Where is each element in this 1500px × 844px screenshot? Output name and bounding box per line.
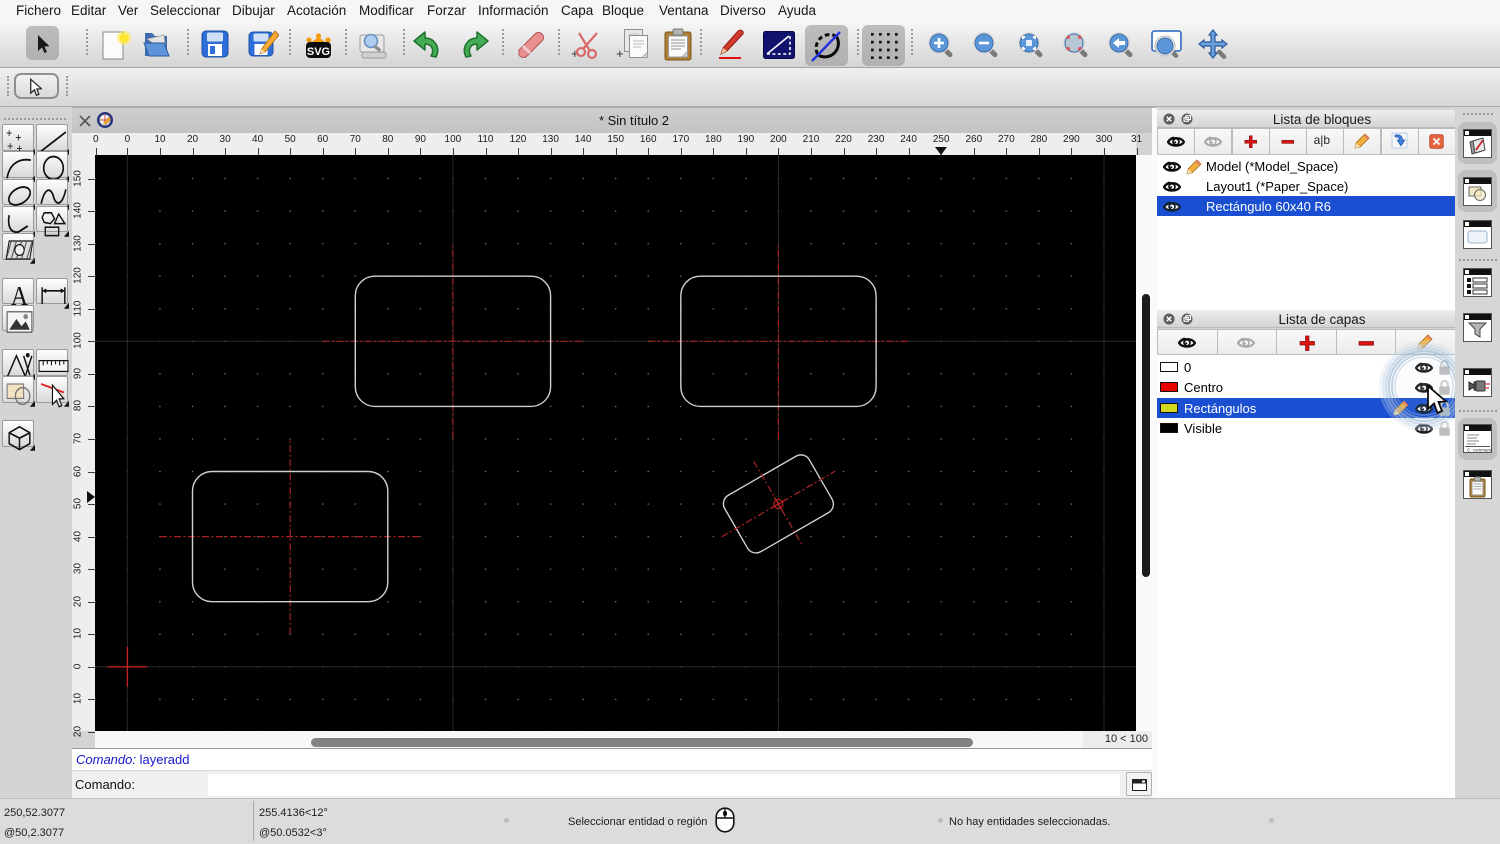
svg-text:C: command: C: command (1467, 448, 1492, 453)
svg-text:+: + (6, 127, 12, 140)
svg-text:+: + (616, 46, 624, 60)
svg-text:SVG: SVG (307, 46, 330, 58)
